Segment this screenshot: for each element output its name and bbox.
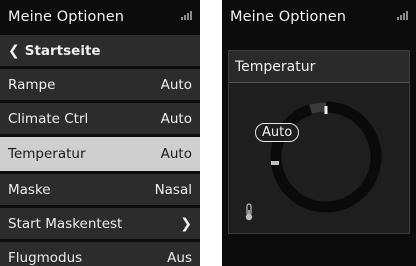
menu-item-value: Auto [160,146,192,162]
screen-title: Meine Optionen [8,9,125,25]
setting-value-badge: Auto [255,123,300,142]
chevron-left-icon: ❮ [8,42,20,59]
screen-title: Meine Optionen [230,9,347,25]
menu-item-label: Maske [8,181,51,198]
menu-item-temperatur[interactable]: Temperatur Auto [0,137,200,171]
menu-item-label: Rampe [8,76,56,93]
signal-icon [181,10,192,20]
menu-item-rampe[interactable]: Rampe Auto [0,69,200,100]
options-menu: ❮ Startseite Rampe Auto Climate Ctrl Aut… [0,35,200,266]
menu-item-value: Nasal [154,181,192,198]
options-menu-screen: Meine Optionen ❮ Startseite Rampe Auto C… [0,0,200,266]
menu-item-start-maskentest[interactable]: Start Maskentest ❯ [0,208,200,239]
menu-item-value: Auto [160,76,192,93]
menu-item-label: Startseite [24,42,101,59]
signal-icon [397,10,408,20]
dial-auto-marker [271,161,279,165]
menu-item-maske[interactable]: Maske Nasal [0,174,200,205]
temperature-dial[interactable] [229,84,411,234]
title-bar: Meine Optionen [0,0,200,34]
temperature-panel: Temperatur Auto [228,50,410,234]
temperature-setting-screen: Meine Optionen Temperatur Auto [222,0,416,266]
menu-item-value: Auto [160,110,192,127]
thermometer-icon [245,203,253,221]
menu-item-label: Flugmodus [8,249,83,266]
menu-item-flugmodus[interactable]: Flugmodus Aus [0,242,200,266]
menu-item-label: Climate Ctrl [8,110,89,127]
chevron-right-icon: ❯ [180,215,192,232]
menu-item-climate-ctrl[interactable]: Climate Ctrl Auto [0,103,200,134]
title-bar: Meine Optionen [222,0,416,34]
menu-item-label: Start Maskentest [8,215,123,232]
menu-item-startseite[interactable]: ❮ Startseite [0,35,200,66]
menu-item-value: Aus [167,249,192,266]
panel-title: Temperatur [229,51,409,83]
dial-level-arc [270,101,382,213]
menu-item-label: Temperatur [8,146,86,162]
